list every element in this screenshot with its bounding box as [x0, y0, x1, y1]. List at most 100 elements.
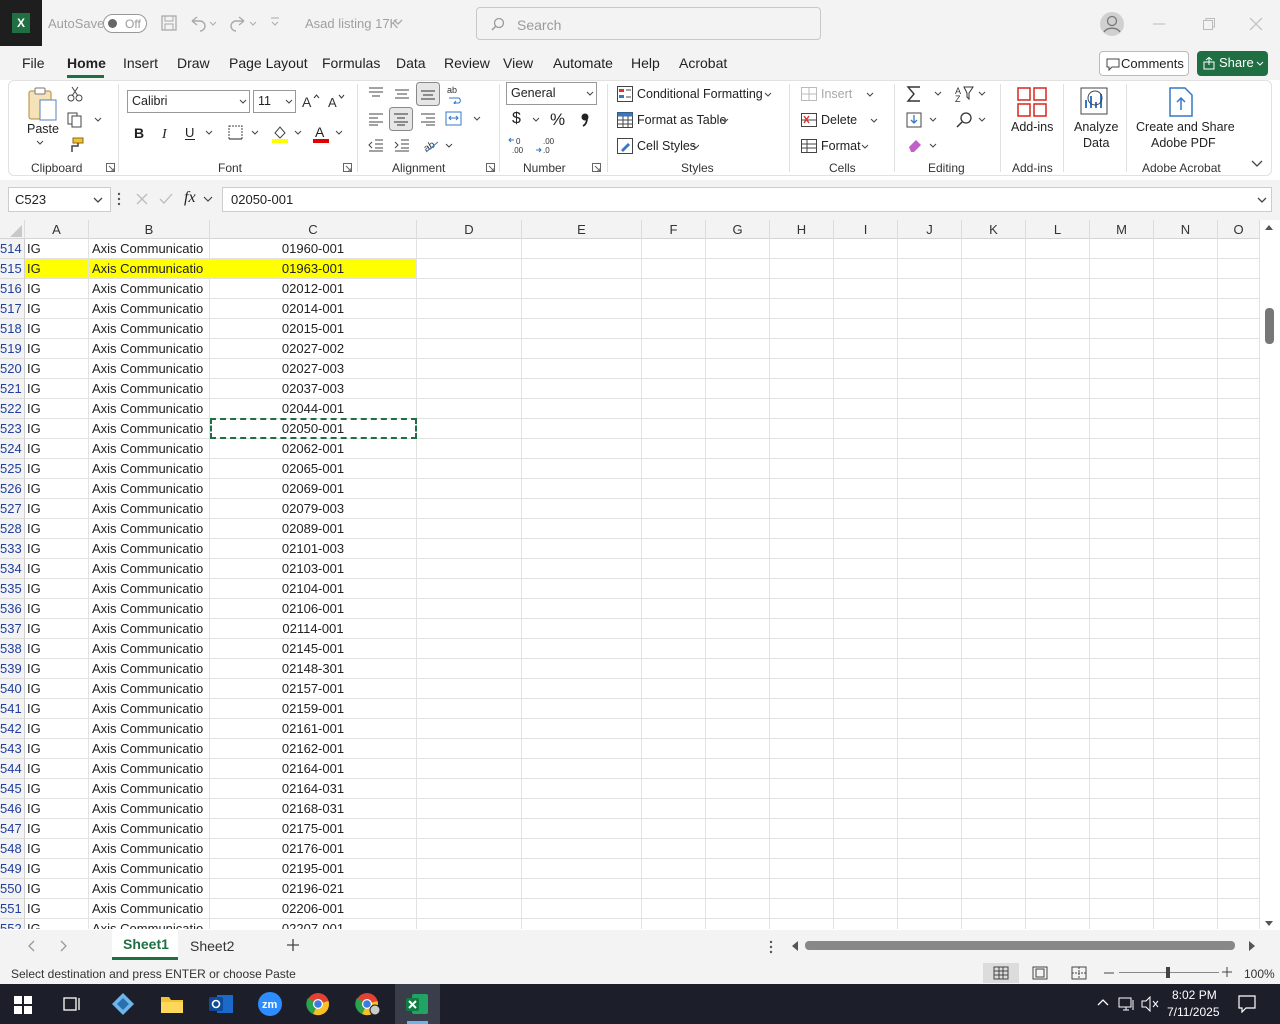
cell-a[interactable]: IG — [25, 699, 89, 719]
cell-e[interactable] — [522, 279, 642, 299]
confirm-entry-icon[interactable] — [159, 193, 173, 205]
cell-b[interactable]: Axis Communicatio — [89, 479, 210, 499]
cell-d[interactable] — [417, 259, 522, 279]
cell-g[interactable] — [706, 839, 770, 859]
network-icon[interactable] — [1118, 996, 1136, 1012]
cell-j[interactable] — [898, 379, 962, 399]
cell-c[interactable]: 02162-001 — [210, 739, 417, 759]
cell-m[interactable] — [1090, 299, 1154, 319]
cell-n[interactable] — [1154, 679, 1218, 699]
cell-k[interactable] — [962, 659, 1026, 679]
cell-k[interactable] — [962, 459, 1026, 479]
cell-c[interactable]: 02164-031 — [210, 779, 417, 799]
cell-d[interactable] — [417, 319, 522, 339]
cell-i[interactable] — [834, 419, 898, 439]
cell-i[interactable] — [834, 539, 898, 559]
cell-e[interactable] — [522, 779, 642, 799]
cell-d[interactable] — [417, 579, 522, 599]
cell-l[interactable] — [1026, 539, 1090, 559]
cell-o[interactable] — [1218, 579, 1260, 599]
cell-d[interactable] — [417, 639, 522, 659]
page-break-view-icon[interactable] — [1071, 966, 1087, 980]
cell-n[interactable] — [1154, 759, 1218, 779]
row-header[interactable]: 539 — [0, 659, 25, 679]
cell-n[interactable] — [1154, 859, 1218, 879]
cell-n[interactable] — [1154, 259, 1218, 279]
format-painter-icon[interactable] — [67, 137, 85, 153]
cell-n[interactable] — [1154, 639, 1218, 659]
cell-c[interactable]: 02065-001 — [210, 459, 417, 479]
cell-f[interactable] — [642, 539, 706, 559]
cell-o[interactable] — [1218, 799, 1260, 819]
cell-h[interactable] — [770, 419, 834, 439]
chrome-icon[interactable] — [306, 992, 330, 1016]
cell-j[interactable] — [898, 699, 962, 719]
cell-f[interactable] — [642, 739, 706, 759]
cell-i[interactable] — [834, 899, 898, 919]
cell-h[interactable] — [770, 699, 834, 719]
format-cells-icon[interactable] — [801, 139, 817, 153]
tab-split-handle[interactable] — [769, 940, 773, 954]
borders-icon[interactable] — [228, 125, 262, 141]
cell-b[interactable]: Axis Communicatio — [89, 259, 210, 279]
cell-m[interactable] — [1090, 259, 1154, 279]
cell-b[interactable]: Axis Communicatio — [89, 299, 210, 319]
cell-e[interactable] — [522, 919, 642, 929]
cell-j[interactable] — [898, 439, 962, 459]
wrap-text-icon[interactable]: ab — [447, 84, 465, 104]
clear-icon[interactable] — [906, 137, 938, 155]
chevron-down-icon[interactable] — [866, 92, 874, 98]
cell-j[interactable] — [898, 739, 962, 759]
font-name-combo[interactable]: Calibri — [127, 90, 250, 113]
cell-c[interactable]: 02069-001 — [210, 479, 417, 499]
cell-o[interactable] — [1218, 319, 1260, 339]
cell-b[interactable]: Axis Communicatio — [89, 519, 210, 539]
cell-m[interactable] — [1090, 439, 1154, 459]
scroll-up-icon[interactable] — [1264, 223, 1274, 231]
cell-a[interactable]: IG — [25, 859, 89, 879]
cell-n[interactable] — [1154, 239, 1218, 259]
cell-n[interactable] — [1154, 599, 1218, 619]
cell-g[interactable] — [706, 259, 770, 279]
cell-j[interactable] — [898, 279, 962, 299]
cell-d[interactable] — [417, 619, 522, 639]
cell-l[interactable] — [1026, 899, 1090, 919]
cell-styles-button[interactable]: Cell Styles — [637, 139, 696, 153]
row-header[interactable]: 526 — [0, 479, 25, 499]
cell-m[interactable] — [1090, 379, 1154, 399]
cell-g[interactable] — [706, 599, 770, 619]
chevron-down-icon[interactable] — [532, 117, 540, 123]
cell-c[interactable]: 02157-001 — [210, 679, 417, 699]
cell-f[interactable] — [642, 899, 706, 919]
align-top-icon[interactable] — [368, 86, 384, 100]
cell-i[interactable] — [834, 359, 898, 379]
cell-g[interactable] — [706, 279, 770, 299]
cell-j[interactable] — [898, 919, 962, 929]
cell-d[interactable] — [417, 539, 522, 559]
cell-j[interactable] — [898, 759, 962, 779]
cell-h[interactable] — [770, 859, 834, 879]
cell-l[interactable] — [1026, 859, 1090, 879]
cell-h[interactable] — [770, 779, 834, 799]
cell-g[interactable] — [706, 919, 770, 929]
cell-c[interactable]: 02015-001 — [210, 319, 417, 339]
cell-c[interactable]: 02161-001 — [210, 719, 417, 739]
cell-j[interactable] — [898, 239, 962, 259]
cell-f[interactable] — [642, 779, 706, 799]
row-header[interactable]: 517 — [0, 299, 25, 319]
cell-o[interactable] — [1218, 539, 1260, 559]
cell-g[interactable] — [706, 439, 770, 459]
row-header[interactable]: 536 — [0, 599, 25, 619]
cell-g[interactable] — [706, 579, 770, 599]
cell-k[interactable] — [962, 639, 1026, 659]
cell-i[interactable] — [834, 259, 898, 279]
cell-o[interactable] — [1218, 679, 1260, 699]
cell-j[interactable] — [898, 539, 962, 559]
cell-b[interactable]: Axis Communicatio — [89, 699, 210, 719]
cell-e[interactable] — [522, 679, 642, 699]
cell-f[interactable] — [642, 479, 706, 499]
cell-e[interactable] — [522, 459, 642, 479]
cell-l[interactable] — [1026, 299, 1090, 319]
cell-h[interactable] — [770, 619, 834, 639]
formula-input[interactable]: 02050-001 — [222, 187, 1272, 212]
